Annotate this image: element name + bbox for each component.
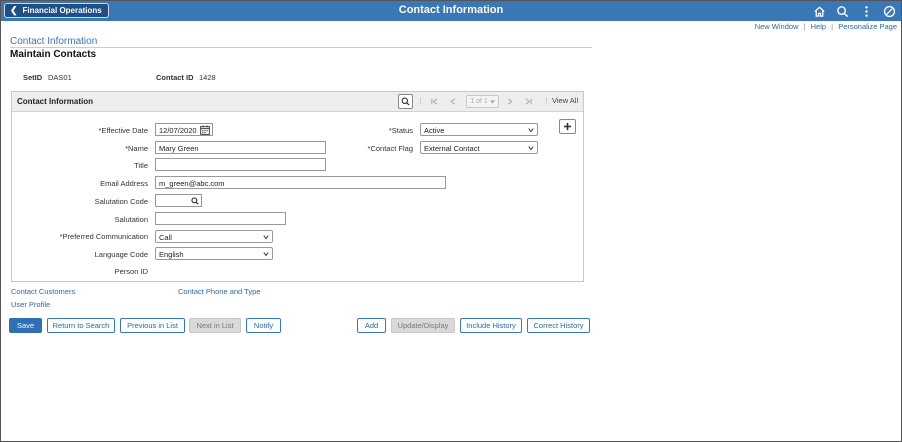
effective-date-value: 12/07/2020 [159, 126, 197, 135]
chevron-down-icon [489, 99, 495, 104]
email-value: m_green@abc.com [159, 179, 225, 188]
status-value: Active [424, 126, 445, 135]
chevron-down-icon [528, 128, 534, 133]
pager-text: 1 of 1 [470, 98, 488, 105]
title-label: Title [134, 161, 148, 170]
panel-header: Contact Information ⋮ 1 of 1 ⋮ View All [12, 92, 583, 112]
setid-label: SetID [23, 73, 43, 82]
save-button[interactable]: Save [9, 318, 42, 333]
chevron-down-icon [263, 252, 269, 257]
panel-title: Contact Information [17, 97, 93, 106]
new-window-link[interactable]: New Window [755, 22, 799, 31]
contact-flag-value: External Contact [424, 144, 480, 153]
page-subtitle: Maintain Contacts [10, 49, 97, 60]
page-links: New Window | Help | Personalize Page [755, 22, 897, 31]
previous-in-list-button[interactable]: Previous in List [120, 318, 185, 333]
help-link[interactable]: Help [811, 22, 826, 31]
contact-flag-label: *Contact Flag [367, 144, 413, 153]
chevron-down-icon [263, 235, 269, 240]
title-input[interactable] [155, 158, 326, 171]
name-input[interactable]: Mary Green [155, 141, 326, 154]
status-label: *Status [388, 126, 413, 135]
language-code-value: English [159, 250, 184, 259]
effective-date-label: *Effective Date [98, 126, 148, 135]
preferred-communication-value: Call [159, 233, 172, 242]
link-separator: | [831, 22, 834, 31]
row-pager-select[interactable]: 1 of 1 [466, 95, 499, 108]
previous-page-icon[interactable] [450, 95, 456, 107]
page-header-title: Contact Information [398, 4, 504, 16]
link-separator: | [803, 22, 806, 31]
preferred-communication-label: *Preferred Communication [59, 232, 148, 241]
language-code-select[interactable]: English [155, 247, 273, 260]
return-to-search-button[interactable]: Return to Search [47, 318, 115, 333]
include-history-button[interactable]: Include History [460, 318, 522, 333]
salutation-code-label: Salutation Code [94, 197, 148, 206]
add-row-button[interactable] [559, 119, 576, 134]
divider-icon: ⋮ [417, 98, 424, 105]
search-icon[interactable] [834, 3, 850, 19]
correct-history-button[interactable]: Correct History [527, 318, 590, 333]
name-value: Mary Green [159, 144, 199, 153]
divider-icon: ⋮ [543, 98, 550, 105]
title-divider [10, 47, 592, 48]
navbar-icon[interactable] [881, 3, 897, 19]
next-page-icon[interactable] [507, 95, 513, 107]
next-in-list-button[interactable]: Next in List [189, 318, 241, 333]
status-select[interactable]: Active [420, 123, 538, 136]
update-display-button[interactable]: Update/Display [391, 318, 455, 333]
chevron-down-icon [528, 146, 534, 151]
grid-search-button[interactable] [398, 94, 413, 109]
contact-id-label: Contact ID [156, 73, 194, 82]
email-input[interactable]: m_green@abc.com [155, 176, 446, 189]
contact-id-value: 1428 [199, 73, 216, 82]
contact-phone-type-link[interactable]: Contact Phone and Type [178, 287, 260, 296]
preferred-communication-select[interactable]: Call [155, 230, 273, 243]
first-page-icon[interactable] [431, 95, 438, 107]
language-code-label: Language Code [94, 250, 148, 259]
personalize-page-link[interactable]: Personalize Page [838, 22, 897, 31]
plus-icon [563, 122, 572, 131]
contact-customers-link[interactable]: Contact Customers [11, 287, 75, 296]
salutation-label: Salutation [114, 215, 148, 224]
name-label: *Name [125, 144, 148, 153]
last-page-icon[interactable] [525, 95, 532, 107]
salutation-input[interactable] [155, 212, 286, 225]
notify-button[interactable]: Notify [246, 318, 281, 333]
user-profile-link[interactable]: User Profile [11, 300, 50, 309]
contact-flag-select[interactable]: External Contact [420, 141, 538, 154]
calendar-icon[interactable] [199, 123, 211, 136]
home-icon[interactable] [811, 3, 827, 19]
page-title: Contact Information [10, 36, 98, 47]
actions-menu-icon[interactable] [858, 3, 874, 19]
setid-value: DAS01 [48, 73, 72, 82]
email-label: Email Address [100, 179, 148, 188]
top-banner: ❮ Financial Operations Contact Informati… [1, 1, 901, 21]
person-id-label: Person ID [114, 267, 148, 276]
lookup-search-icon[interactable] [189, 195, 200, 206]
add-button[interactable]: Add [357, 318, 386, 333]
view-all-link[interactable]: View All [552, 96, 578, 105]
